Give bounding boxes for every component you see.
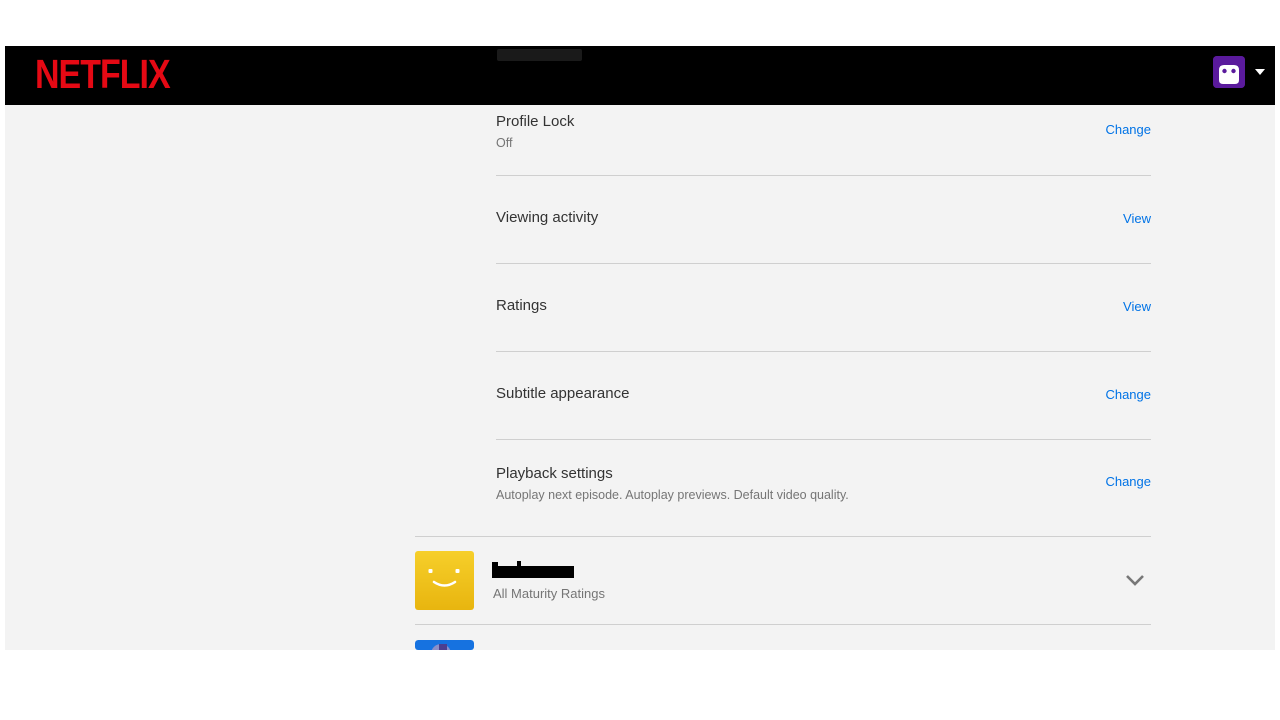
viewing-activity-view-link[interactable]: View <box>1123 211 1151 226</box>
setting-viewing-activity: Viewing activity View <box>496 208 1151 248</box>
setting-subtitle-appearance: Subtitle appearance Change <box>496 384 1151 424</box>
setting-title: Subtitle appearance <box>496 385 630 402</box>
setting-title: Playback settings <box>496 465 613 482</box>
divider <box>496 263 1151 264</box>
netflix-logo[interactable]: NETFLIX <box>35 52 171 99</box>
divider <box>415 536 1151 537</box>
top-header: NETFLIX <box>5 46 1275 105</box>
setting-title: Profile Lock <box>496 113 575 130</box>
account-avatar[interactable] <box>1213 56 1245 88</box>
setting-title: Viewing activity <box>496 209 599 226</box>
netflix-page: NETFLIX Profile Lock Off Change Viewing … <box>5 46 1275 650</box>
ratings-view-link[interactable]: View <box>1123 299 1151 314</box>
redacted-profile-name-tick <box>517 561 521 567</box>
setting-playback: Playback settings Autoplay next episode.… <box>496 464 1151 524</box>
setting-ratings: Ratings View <box>496 296 1151 336</box>
profile-row-partial[interactable] <box>415 640 1151 650</box>
profile-avatar <box>415 551 474 610</box>
profile-face-icon <box>1213 56 1245 88</box>
expand-chevron-down-icon[interactable] <box>1125 573 1145 591</box>
profile-lock-change-link[interactable]: Change <box>1105 122 1151 137</box>
smiley-avatar-icon <box>415 551 474 610</box>
setting-profile-lock: Profile Lock Off Change <box>496 112 1151 175</box>
divider <box>496 175 1151 176</box>
divider <box>415 624 1151 625</box>
blue-avatar-icon <box>415 640 474 650</box>
profile-row[interactable]: All Maturity Ratings <box>415 551 1151 610</box>
setting-subtitle: Off <box>496 136 513 150</box>
divider <box>496 439 1151 440</box>
playback-settings-change-link[interactable]: Change <box>1105 474 1151 489</box>
scrolled-heading-remnant <box>497 49 582 61</box>
subtitle-appearance-change-link[interactable]: Change <box>1105 387 1151 402</box>
setting-subtitle: Autoplay next episode. Autoplay previews… <box>496 488 849 502</box>
account-dropdown-caret-icon[interactable] <box>1255 69 1265 75</box>
redacted-profile-name <box>492 566 574 578</box>
setting-title: Ratings <box>496 297 547 314</box>
profile-avatar-partial <box>415 640 474 650</box>
redacted-profile-name-tick <box>492 562 498 567</box>
profile-maturity: All Maturity Ratings <box>493 586 605 601</box>
divider <box>496 351 1151 352</box>
